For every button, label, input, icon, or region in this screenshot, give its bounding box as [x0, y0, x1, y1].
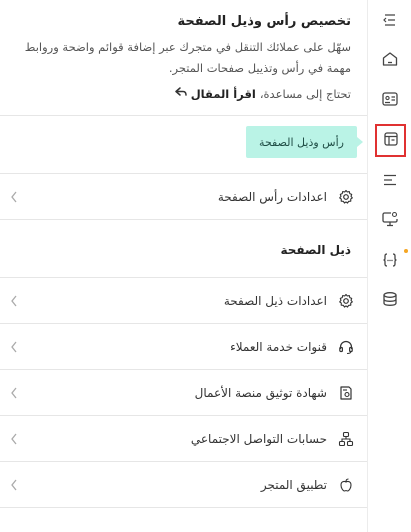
page-header: تخصيص رأس وذيل الصفحة سهّل على عملائك ال…: [0, 0, 367, 101]
page-description: سهّل على عملائك التنقل في متجرك عبر إضاف…: [24, 40, 351, 75]
store-app-row[interactable]: تطبيق المتجر: [0, 461, 367, 507]
chevron-left-icon: [8, 190, 18, 204]
gear-icon: [337, 292, 355, 310]
certificate-icon: [337, 384, 355, 402]
page-title: تخصيص رأس وذيل الصفحة: [177, 14, 351, 29]
help-prefix: تحتاج إلى مساعدة،: [259, 86, 351, 101]
chevron-left-icon: [8, 478, 18, 492]
store-app-label: تطبيق المتجر: [260, 477, 327, 492]
business-certificate-row[interactable]: شهادة توثيق منصة الأعمال: [0, 369, 367, 415]
header-settings-label: اعدادات رأس الصفحة: [217, 189, 327, 204]
divider: [0, 507, 367, 508]
business-certificate-label: شهادة توثيق منصة الأعمال: [194, 385, 327, 400]
social-network-icon: [337, 430, 355, 448]
sidebar-item-database[interactable]: [372, 285, 408, 317]
footer-settings-row[interactable]: اعدادات ذيل الصفحة: [0, 277, 367, 323]
apple-icon: [337, 476, 355, 494]
sidebar-item-monitor[interactable]: [372, 205, 408, 237]
footer-section-title: ذيل الصفحة: [280, 243, 351, 257]
sidebar-item-header-footer[interactable]: [375, 124, 406, 157]
headset-icon: [337, 338, 355, 356]
sidebar-item-menus[interactable]: [372, 166, 408, 198]
id-card-icon: [381, 90, 399, 112]
read-article-label: اقرأ المقال: [190, 86, 256, 101]
notification-dot: [404, 249, 408, 253]
chevron-left-icon: [8, 386, 18, 400]
menu-lines-icon: [381, 171, 399, 193]
header-settings-row[interactable]: اعدادات رأس الصفحة: [0, 173, 367, 219]
sidebar: [367, 0, 411, 532]
database-icon: [381, 290, 399, 312]
customer-service-row[interactable]: قنوات خدمة العملاء: [0, 323, 367, 369]
footer-settings-label: اعدادات ذيل الصفحة: [223, 293, 327, 308]
customer-service-label: قنوات خدمة العملاء: [230, 339, 327, 354]
sidebar-item-home[interactable]: [372, 45, 408, 77]
gear-icon: [337, 188, 355, 206]
collapse-menu-icon: [381, 11, 399, 33]
sidebar-item-id-card[interactable]: [372, 85, 408, 117]
header-footer-icon: [382, 130, 400, 152]
sidebar-item-code[interactable]: [372, 246, 408, 278]
chevron-left-icon: [8, 340, 18, 354]
chevron-left-icon: [8, 294, 18, 308]
social-accounts-label: حسابات التواصل الاجتماعي: [190, 431, 327, 446]
sidebar-tooltip: رأس وذيل الصفحة: [246, 126, 363, 158]
main-panel: تخصيص رأس وذيل الصفحة سهّل على عملائك ال…: [0, 0, 367, 532]
home-icon: [381, 50, 399, 72]
chevron-left-icon: [8, 432, 18, 446]
help-line: تحتاج إلى مساعدة، اقرأ المقال: [16, 86, 351, 101]
read-article-link[interactable]: اقرأ المقال: [174, 86, 256, 101]
sidebar-item-collapse[interactable]: [372, 6, 408, 38]
reply-arrow-icon: [174, 86, 187, 101]
code-braces-icon: [381, 251, 399, 273]
social-accounts-row[interactable]: حسابات التواصل الاجتماعي: [0, 415, 367, 461]
monitor-settings-icon: [381, 210, 399, 232]
